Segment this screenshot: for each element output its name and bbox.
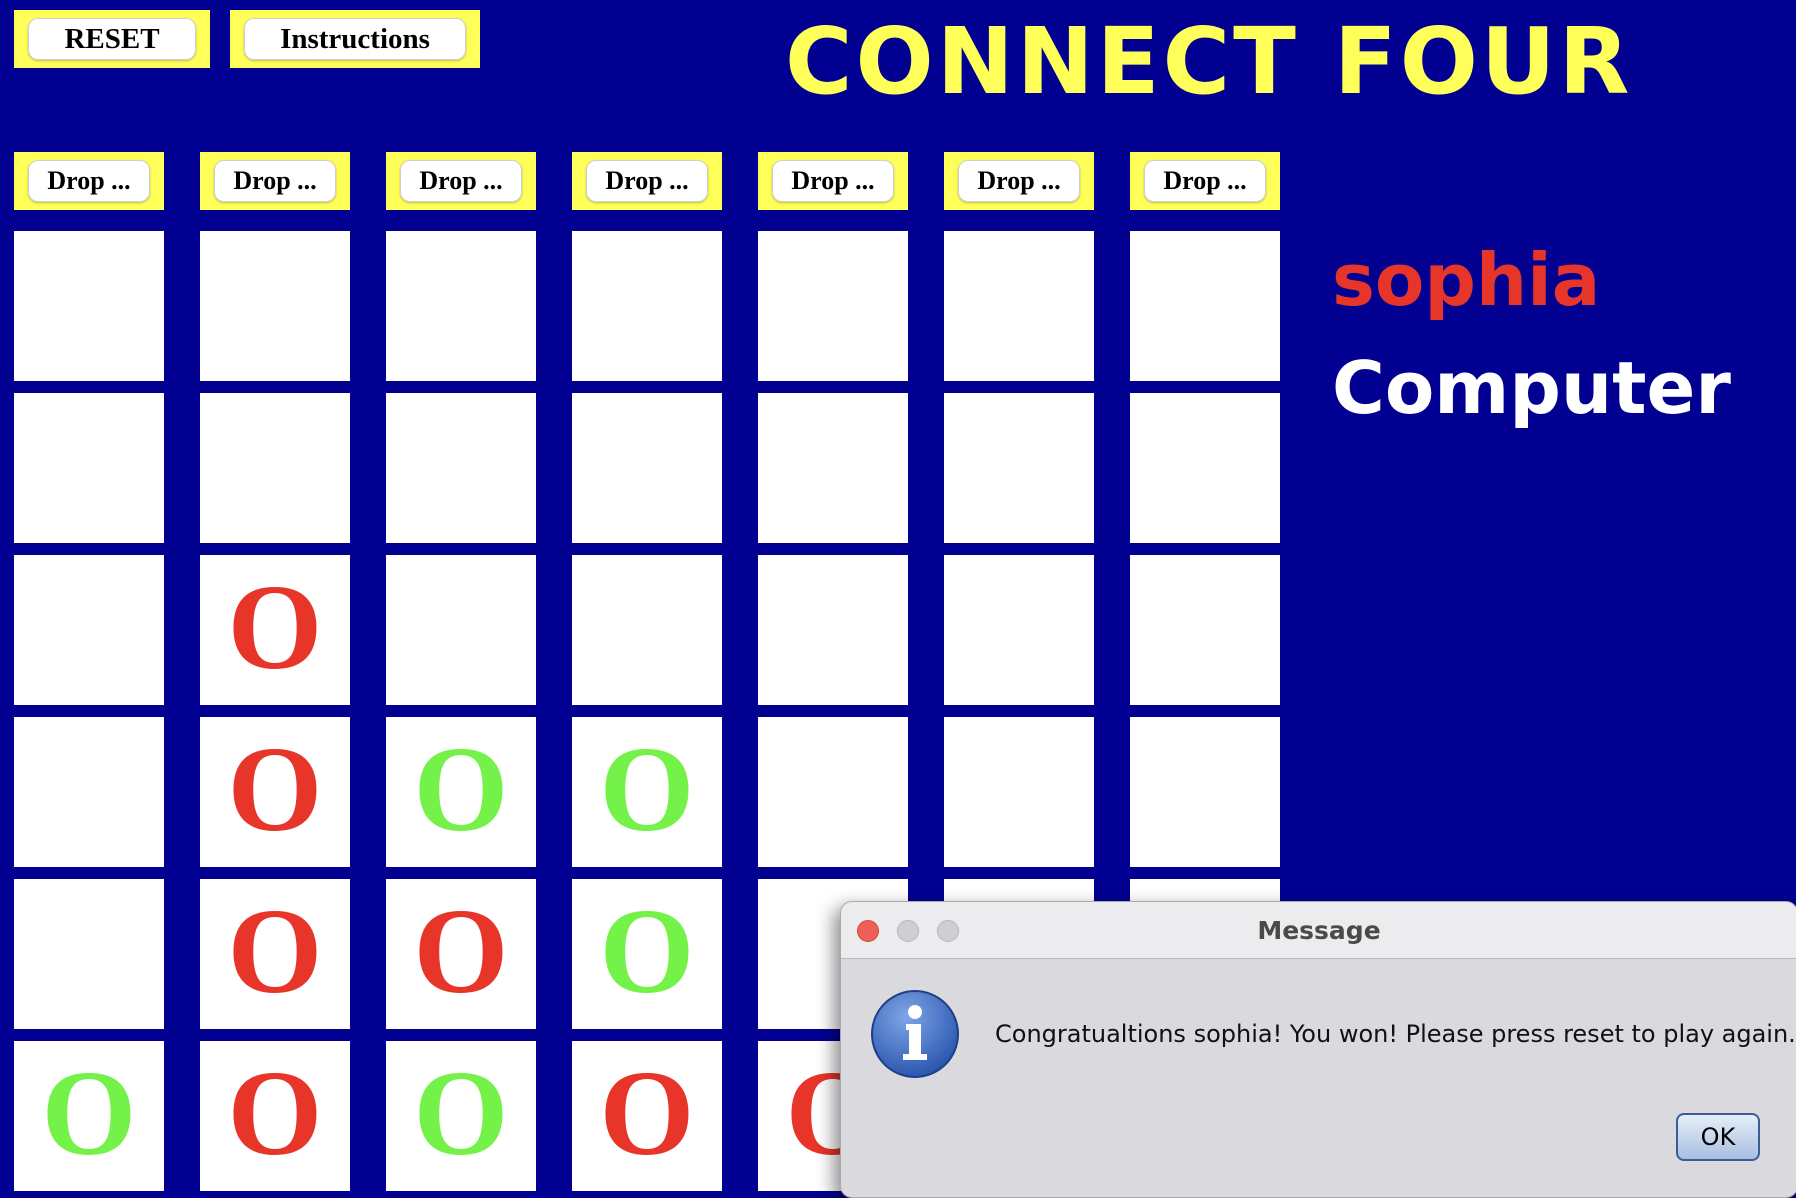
board-cell — [758, 393, 908, 543]
instructions-button-frame: Instructions — [230, 10, 480, 68]
board-cell: O — [14, 1041, 164, 1191]
game-piece: O — [599, 1046, 695, 1181]
board-cell: O — [386, 879, 536, 1029]
board-cell — [944, 393, 1094, 543]
board-cell — [944, 555, 1094, 705]
board-cell — [944, 231, 1094, 381]
board-cell — [386, 555, 536, 705]
game-piece: O — [227, 884, 323, 1019]
close-window-button[interactable] — [857, 920, 879, 942]
board-cell — [572, 393, 722, 543]
board-cell — [386, 393, 536, 543]
dialog-message: Congratualtions sophia! You won! Please … — [995, 1020, 1796, 1048]
info-icon — [871, 990, 959, 1078]
game-piece: O — [227, 1046, 323, 1181]
dialog-titlebar[interactable]: Message — [841, 902, 1796, 959]
game-piece: O — [599, 722, 695, 857]
board-cell — [14, 717, 164, 867]
drop-button-col-7[interactable]: Drop ... — [1144, 160, 1266, 202]
drop-button-col-5[interactable]: Drop ... — [772, 160, 894, 202]
player1-name: sophia — [1332, 238, 1601, 322]
game-piece: O — [227, 722, 323, 857]
board-cell — [1130, 717, 1280, 867]
board-cell — [1130, 393, 1280, 543]
board-cell: O — [200, 555, 350, 705]
drop-button-col-6[interactable]: Drop ... — [958, 160, 1080, 202]
drop-button-col-1[interactable]: Drop ... — [28, 160, 150, 202]
board-cell — [14, 393, 164, 543]
ok-button[interactable]: OK — [1676, 1113, 1760, 1161]
player2-name: Computer — [1332, 346, 1731, 430]
drop-button-frame-2: Drop ... — [200, 152, 350, 210]
board-cell — [572, 231, 722, 381]
board-cell: O — [200, 879, 350, 1029]
game-piece: O — [413, 1046, 509, 1181]
board-cell — [758, 555, 908, 705]
game-piece: O — [413, 884, 509, 1019]
board-cell — [200, 231, 350, 381]
message-dialog: Message Congratualtions sophia! You won!… — [840, 901, 1796, 1198]
game-piece: O — [413, 722, 509, 857]
board-cell: O — [572, 1041, 722, 1191]
board-cell — [14, 555, 164, 705]
drop-button-frame-5: Drop ... — [758, 152, 908, 210]
board-cell: O — [386, 717, 536, 867]
board-cell — [944, 717, 1094, 867]
drop-button-frame-4: Drop ... — [572, 152, 722, 210]
board-cell: O — [200, 717, 350, 867]
board-cell — [200, 393, 350, 543]
drop-button-col-4[interactable]: Drop ... — [586, 160, 708, 202]
minimize-window-button[interactable] — [897, 920, 919, 942]
board-cell: O — [200, 1041, 350, 1191]
drop-button-frame-7: Drop ... — [1130, 152, 1280, 210]
game-piece: O — [41, 1046, 137, 1181]
drop-button-frame-3: Drop ... — [386, 152, 536, 210]
instructions-button[interactable]: Instructions — [244, 18, 466, 60]
board-cell: O — [572, 717, 722, 867]
board-cell — [758, 717, 908, 867]
board-cell — [572, 555, 722, 705]
game-title: CONNECT FOUR — [785, 8, 1633, 115]
zoom-window-button[interactable] — [937, 920, 959, 942]
drop-button-frame-1: Drop ... — [14, 152, 164, 210]
board-cell — [1130, 555, 1280, 705]
board-cell — [758, 231, 908, 381]
board-cell — [14, 879, 164, 1029]
drop-button-col-2[interactable]: Drop ... — [214, 160, 336, 202]
board-cell — [386, 231, 536, 381]
reset-button[interactable]: RESET — [28, 18, 196, 60]
game-piece: O — [227, 560, 323, 695]
board-cell: O — [386, 1041, 536, 1191]
reset-button-frame: RESET — [14, 10, 210, 68]
drop-button-frame-6: Drop ... — [944, 152, 1094, 210]
board-cell — [14, 231, 164, 381]
board-cell: O — [572, 879, 722, 1029]
drop-button-col-3[interactable]: Drop ... — [400, 160, 522, 202]
dialog-title: Message — [1257, 915, 1381, 945]
game-piece: O — [599, 884, 695, 1019]
board-cell — [1130, 231, 1280, 381]
